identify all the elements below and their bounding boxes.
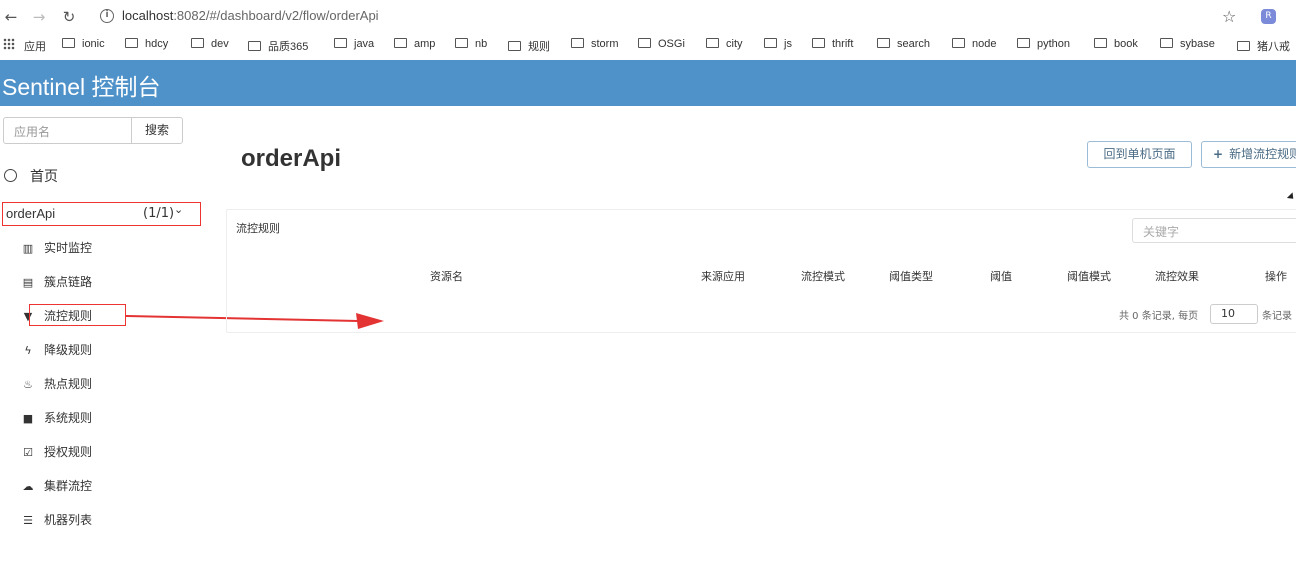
- column-header[interactable]: 操作: [1265, 268, 1287, 284]
- pager-suffix: 条记录: [1262, 311, 1292, 322]
- column-header[interactable]: 阈值模式: [1067, 268, 1111, 284]
- column-header[interactable]: 阈值: [990, 268, 1012, 284]
- column-header[interactable]: 来源应用: [701, 268, 745, 284]
- plus-icon: +: [1213, 147, 1224, 161]
- back-to-single-machine-button[interactable]: 回到单机页面: [1087, 141, 1192, 168]
- add-flow-rule-label: 新增流控规则: [1229, 147, 1296, 161]
- add-flow-rule-button[interactable]: + 新增流控规则: [1201, 141, 1296, 168]
- keyword-search-input[interactable]: 关键字: [1132, 218, 1296, 243]
- column-header[interactable]: 流控模式: [801, 268, 845, 284]
- column-header[interactable]: 流控效果: [1155, 268, 1199, 284]
- page-size-input[interactable]: 10: [1210, 304, 1258, 324]
- column-header[interactable]: 阈值类型: [889, 268, 933, 284]
- column-header[interactable]: 资源名: [430, 268, 463, 284]
- page-title: orderApi: [241, 145, 342, 172]
- pager-total: 共 0 条记录, 每页: [1119, 311, 1199, 322]
- panel-title: 流控规则: [236, 222, 280, 235]
